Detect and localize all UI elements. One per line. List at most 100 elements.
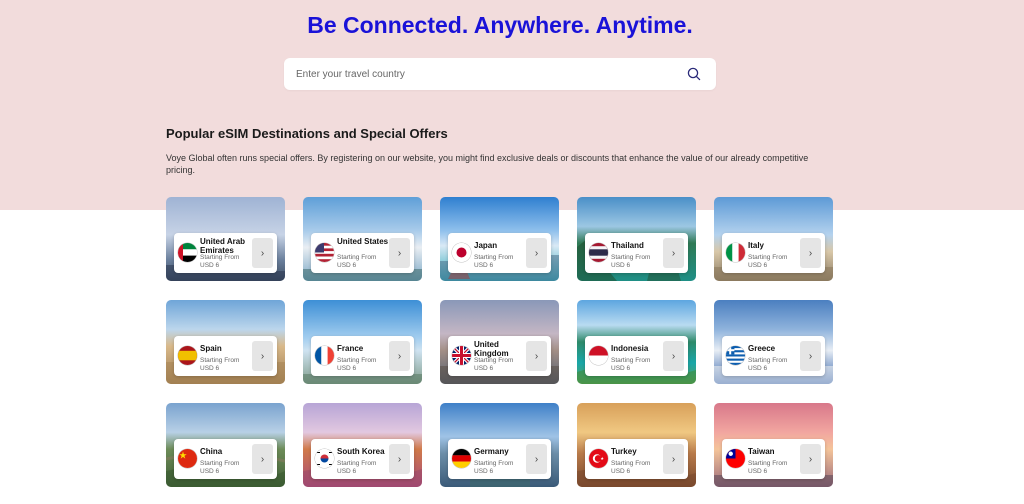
price-value: USD 6: [200, 467, 220, 475]
price-info: Starting From USD 6: [748, 254, 800, 269]
destination-card-greece[interactable]: Greece Starting From USD 6 ›: [714, 300, 833, 384]
price-info: Starting From USD 6: [474, 460, 526, 475]
search-icon[interactable]: [686, 66, 702, 87]
country-search-box[interactable]: [284, 58, 716, 90]
price-value: USD 6: [748, 364, 768, 372]
destination-info: United Arab Emirates Starting From USD 6 …: [174, 233, 277, 273]
chevron-right-icon[interactable]: ›: [663, 444, 684, 474]
destination-info: United Kingdom Starting From USD 6 ›: [448, 336, 551, 376]
destination-card-italy[interactable]: Italy Starting From USD 6 ›: [714, 197, 833, 281]
starting-from-label: Starting From: [748, 254, 788, 261]
germany-flag-icon: [452, 449, 471, 468]
chevron-right-icon[interactable]: ›: [389, 341, 410, 371]
chevron-right-icon[interactable]: ›: [800, 238, 821, 268]
starting-from-label: Starting From: [611, 460, 651, 467]
price-value: USD 6: [748, 467, 768, 475]
chevron-right-icon[interactable]: ›: [252, 444, 273, 474]
price-info: Starting From USD 6: [474, 357, 526, 372]
price-info: Starting From USD 6: [337, 254, 389, 269]
destination-info: Greece Starting From USD 6 ›: [722, 336, 825, 376]
chevron-right-icon[interactable]: ›: [252, 238, 273, 268]
price-info: Starting From USD 6: [748, 357, 800, 372]
destination-card-south-korea[interactable]: South Korea Starting From USD 6 ›: [303, 403, 422, 487]
destination-info: China Starting From USD 6 ›: [174, 439, 277, 479]
starting-from-label: Starting From: [748, 460, 788, 467]
price-info: Starting From USD 6: [200, 460, 252, 475]
price-value: USD 6: [748, 261, 768, 269]
china-flag-icon: [178, 449, 197, 468]
destination-card-turkey[interactable]: Turkey Starting From USD 6 ›: [577, 403, 696, 487]
destination-info: United States Starting From USD 6 ›: [311, 233, 414, 273]
starting-from-label: Starting From: [611, 254, 651, 261]
destination-card-taiwan[interactable]: Taiwan Starting From USD 6 ›: [714, 403, 833, 487]
thailand-flag-icon: [589, 243, 608, 262]
destination-info: Italy Starting From USD 6 ›: [722, 233, 825, 273]
price-value: USD 6: [474, 467, 494, 475]
chevron-right-icon[interactable]: ›: [800, 341, 821, 371]
price-value: USD 6: [611, 261, 631, 269]
uk-flag-icon: [452, 346, 471, 365]
price-info: Starting From USD 6: [337, 460, 389, 475]
destination-info: Germany Starting From USD 6 ›: [448, 439, 551, 479]
chevron-right-icon[interactable]: ›: [389, 238, 410, 268]
price-value: USD 6: [337, 261, 357, 269]
destination-card-japan[interactable]: Japan Starting From USD 6 ›: [440, 197, 559, 281]
chevron-right-icon[interactable]: ›: [389, 444, 410, 474]
japan-flag-icon: [452, 243, 471, 262]
destination-card-indonesia[interactable]: Indonesia Starting From USD 6 ›: [577, 300, 696, 384]
starting-from-label: Starting From: [337, 254, 377, 261]
page-headline: Be Connected. Anywhere. Anytime.: [307, 12, 693, 38]
chevron-right-icon[interactable]: ›: [526, 341, 547, 371]
starting-from-label: Starting From: [474, 254, 514, 261]
destination-info: France Starting From USD 6 ›: [311, 336, 414, 376]
price-value: USD 6: [200, 261, 220, 269]
country-name: Germany: [474, 447, 509, 456]
country-name: Turkey: [611, 447, 637, 456]
spain-flag-icon: [178, 346, 197, 365]
turkey-flag-icon: [589, 449, 608, 468]
destination-info: South Korea Starting From USD 6 ›: [311, 439, 414, 479]
chevron-right-icon[interactable]: ›: [663, 238, 684, 268]
chevron-right-icon[interactable]: ›: [526, 444, 547, 474]
starting-from-label: Starting From: [611, 357, 651, 364]
price-info: Starting From USD 6: [748, 460, 800, 475]
country-name: Italy: [748, 241, 765, 250]
taiwan-flag-icon: [726, 449, 745, 468]
destination-info: Thailand Starting From USD 6 ›: [585, 233, 688, 273]
chevron-right-icon[interactable]: ›: [252, 341, 273, 371]
country-name: Japan: [474, 241, 498, 250]
destination-info: Taiwan Starting From USD 6 ›: [722, 439, 825, 479]
south-korea-flag-icon: [315, 449, 334, 468]
price-value: USD 6: [200, 364, 220, 372]
country-name: Indonesia: [611, 344, 649, 353]
destinations-grid: United Arab Emirates Starting From USD 6 …: [166, 197, 833, 487]
greece-flag-icon: [726, 346, 745, 365]
us-flag-icon: [315, 243, 334, 262]
destination-card-uae[interactable]: United Arab Emirates Starting From USD 6 …: [166, 197, 285, 281]
chevron-right-icon[interactable]: ›: [663, 341, 684, 371]
section-description: Voye Global often runs special offers. B…: [166, 153, 809, 175]
destination-card-france[interactable]: France Starting From USD 6 ›: [303, 300, 422, 384]
starting-from-label: Starting From: [337, 460, 377, 467]
country-name: Greece: [748, 344, 776, 353]
price-info: Starting From USD 6: [474, 254, 526, 269]
destination-card-united-states[interactable]: United States Starting From USD 6 ›: [303, 197, 422, 281]
destination-card-china[interactable]: China Starting From USD 6 ›: [166, 403, 285, 487]
uae-flag-icon: [178, 243, 197, 262]
starting-from-label: Starting From: [200, 460, 240, 467]
destination-card-germany[interactable]: Germany Starting From USD 6 ›: [440, 403, 559, 487]
chevron-right-icon[interactable]: ›: [526, 238, 547, 268]
price-info: Starting From USD 6: [611, 254, 663, 269]
price-info: Starting From USD 6: [337, 357, 389, 372]
destination-card-united-kingdom[interactable]: United Kingdom Starting From USD 6 ›: [440, 300, 559, 384]
country-name: Taiwan: [748, 447, 775, 456]
price-value: USD 6: [337, 364, 357, 372]
price-value: USD 6: [611, 364, 631, 372]
chevron-right-icon[interactable]: ›: [800, 444, 821, 474]
destination-card-spain[interactable]: Spain Starting From USD 6 ›: [166, 300, 285, 384]
destination-info: Spain Starting From USD 6 ›: [174, 336, 277, 376]
country-search-input[interactable]: [296, 58, 676, 90]
country-name: United Arab Emirates: [200, 237, 246, 255]
country-name: United Kingdom: [474, 340, 509, 358]
destination-card-thailand[interactable]: Thailand Starting From USD 6 ›: [577, 197, 696, 281]
